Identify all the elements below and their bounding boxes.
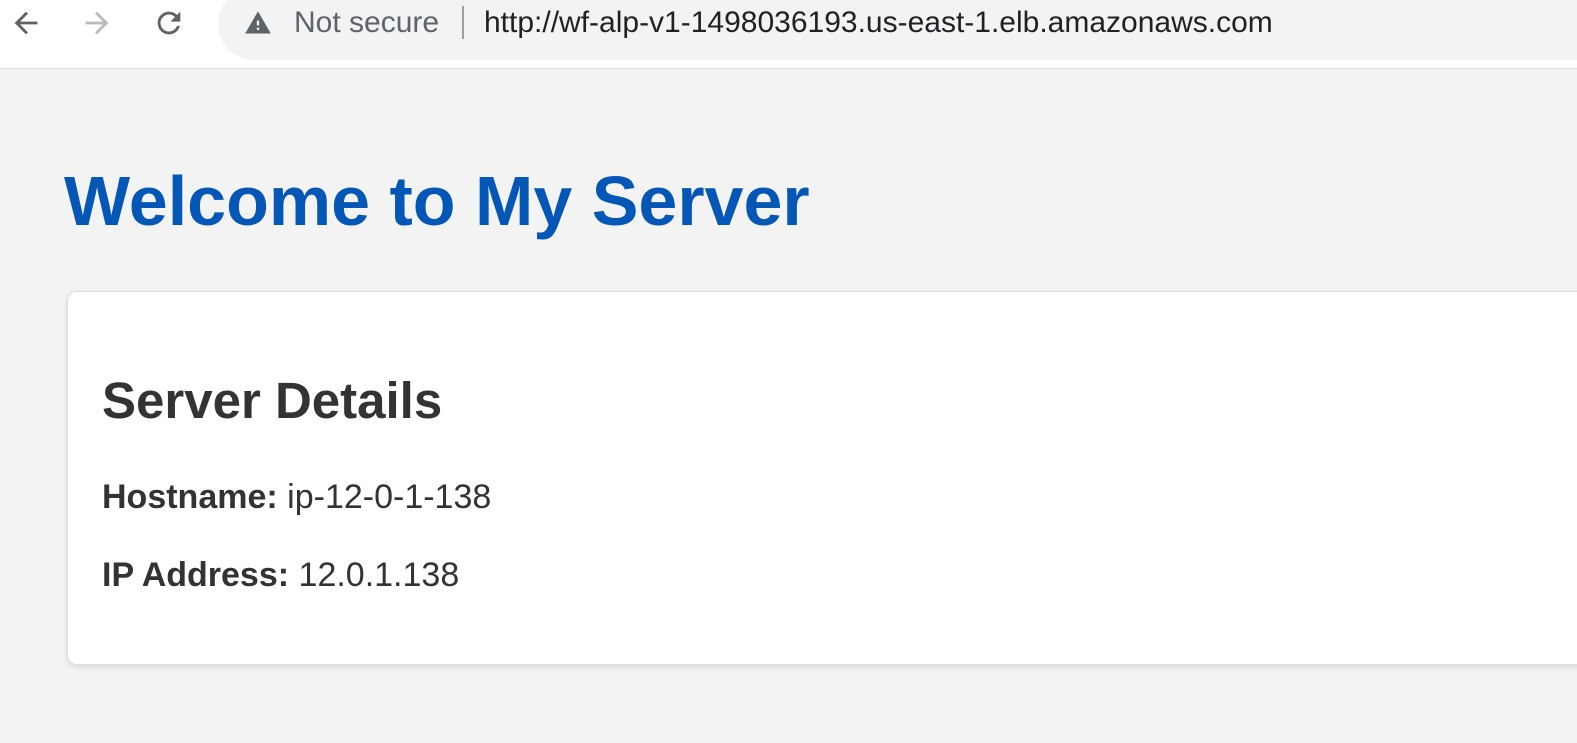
ip-address-value: 12.0.1.138 [298, 556, 460, 594]
back-button[interactable] [6, 3, 46, 43]
forward-button[interactable] [77, 3, 117, 43]
ip-address-label: IP Address: [102, 556, 290, 594]
arrow-left-icon [14, 11, 38, 35]
hostname-label: Hostname: [102, 478, 278, 516]
reload-icon [157, 11, 181, 35]
ip-address-row: IP Address: 12.0.1.138 [102, 555, 459, 595]
url-text[interactable]: http://wf-alp-v1-1498036193.us-east-1.el… [484, 5, 1273, 41]
warning-triangle-icon[interactable] [243, 9, 273, 37]
server-details-card: Server Details Hostname: ip-12-0-1-138 I… [67, 291, 1577, 665]
card-title: Server Details [102, 372, 443, 429]
hostname-value: ip-12-0-1-138 [287, 478, 492, 516]
reload-button[interactable] [149, 3, 189, 43]
arrow-right-icon [85, 11, 109, 35]
hostname-row: Hostname: ip-12-0-1-138 [102, 477, 491, 517]
security-status-label[interactable]: Not secure [294, 5, 439, 41]
address-bar-divider [462, 6, 464, 39]
page-title: Welcome to My Server [64, 162, 810, 240]
browser-toolbar: Not secure http://wf-alp-v1-1498036193.u… [0, 0, 1577, 69]
